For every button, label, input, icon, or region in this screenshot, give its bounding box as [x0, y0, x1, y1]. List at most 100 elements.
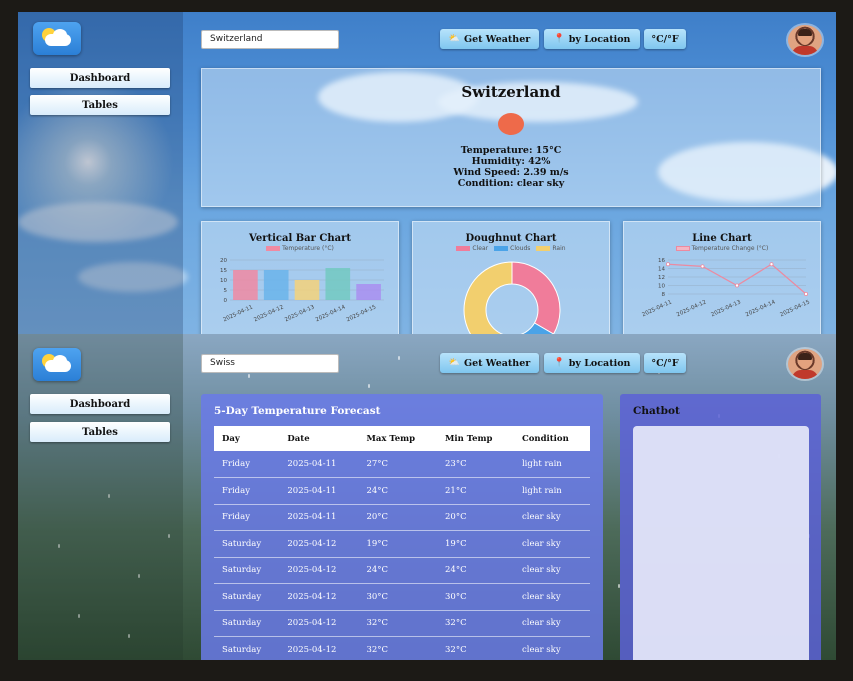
unit-toggle-button[interactable]: °C/°F: [644, 353, 686, 373]
table-cell: 20°C: [358, 504, 438, 531]
get-weather-label: Get Weather: [463, 33, 531, 45]
doughnut-slice: [511, 261, 561, 334]
bar-chart-plot: 051015202025-04-11 2025-04-12 2025-04-13 20…: [220, 258, 384, 323]
chatbot-messages-area[interactable]: [633, 426, 809, 660]
table-cell: 24°C: [358, 477, 438, 505]
bar-chart-title: Vertical Bar Chart: [248, 233, 352, 244]
city-search-input[interactable]: Swiss: [201, 354, 339, 373]
x-tick-label: 2025-04-11: [222, 304, 254, 323]
y-tick-label: 8: [662, 292, 666, 298]
city-search-input[interactable]: Switzerland: [201, 30, 339, 49]
doughnut-chart-card: Doughnut Chart Clear Clouds Rain: [412, 221, 610, 334]
humidity-text: Humidity: 42%: [471, 156, 551, 167]
table-cell: Saturday: [214, 530, 280, 558]
table-cell: 2025-04-12: [279, 636, 359, 660]
legend-item: Temperature Change (°C): [675, 245, 768, 252]
table-row: Friday 2025-04-11 20°C 20°C clear sky: [214, 504, 590, 531]
line-chart-card: Line Chart Temperature Change (°C) 8 10 12…: [623, 221, 821, 334]
column-header: Date: [287, 433, 310, 444]
data-point: [735, 283, 740, 288]
table-cell: 19°C: [437, 530, 514, 558]
sidebar: Dashboard Tables: [18, 334, 183, 660]
location-pin-icon: 📍: [553, 34, 565, 44]
table-row: Friday 2025-04-11 27°C 23°C light rain: [214, 451, 590, 478]
table-cell: 24°C: [437, 557, 514, 584]
table-cell: 2025-04-12: [279, 583, 359, 611]
x-tick-label: 2025-04-13: [284, 304, 316, 323]
column-header: Max Temp: [366, 433, 416, 444]
table-cell: Saturday: [214, 610, 280, 637]
sidebar-item-tables[interactable]: Tables: [30, 422, 170, 442]
bar-chart-legend: Temperature (°C): [202, 245, 398, 252]
sidebar-item-dashboard[interactable]: Dashboard: [30, 394, 170, 414]
by-location-button[interactable]: 📍 by Location: [544, 353, 640, 373]
avatar[interactable]: [788, 25, 822, 55]
table-header-row: Day Date Max Temp Min Temp Condition: [214, 426, 590, 451]
sun-icon: [498, 113, 524, 135]
x-tick-label: 2025-04-15: [346, 304, 378, 323]
table-cell: 30°C: [437, 583, 514, 611]
x-tick-label: 2025-04-15: [779, 299, 811, 318]
get-weather-button[interactable]: ⛅ Get Weather: [440, 29, 539, 49]
legend-item-clear: Clear: [456, 245, 488, 252]
bar: [233, 270, 258, 300]
doughnut-chart-plot: [463, 261, 561, 334]
x-tick-label: 2025-04-13: [710, 299, 742, 318]
get-weather-label: Get Weather: [463, 357, 531, 369]
table-cell: 32°C: [437, 610, 514, 637]
table-cell: 2025-04-12: [279, 610, 359, 637]
table-cell: 2025-04-12: [279, 530, 359, 558]
unit-toggle-button[interactable]: °C/°F: [644, 29, 686, 49]
city-name: Switzerland: [461, 83, 561, 101]
y-tick-label: 10: [220, 278, 227, 284]
y-tick-label: 0: [224, 298, 228, 304]
y-tick-label: 20: [220, 258, 227, 264]
column-header: Day: [222, 433, 240, 444]
table-cell: clear sky: [513, 610, 590, 637]
by-location-button[interactable]: 📍 by Location: [544, 29, 640, 49]
data-point: [666, 262, 671, 267]
table-row: Saturday 2025-04-12 32°C 32°C clear sky: [214, 636, 590, 660]
table-cell: 19°C: [358, 530, 438, 558]
wind-speed-text: Wind Speed: 2.39 m/s: [453, 167, 569, 178]
table-cell: 2025-04-11: [279, 451, 359, 478]
location-pin-icon: 📍: [553, 358, 565, 368]
doughnut-slice: [463, 261, 513, 334]
table-row: Saturday 2025-04-12 32°C 32°C clear sky: [214, 610, 590, 637]
table-cell: Friday: [214, 477, 280, 505]
x-tick-label: 2025-04-14: [315, 304, 347, 323]
doughnut-chart-title: Doughnut Chart: [465, 233, 557, 244]
table-cell: clear sky: [513, 504, 590, 531]
tables-view: Dashboard Tables Swiss ⛅ Get Weather 📍 by …: [18, 334, 836, 660]
y-tick-label: 10: [658, 284, 665, 290]
y-tick-label: 12: [658, 275, 665, 281]
line-chart-title: Line Chart: [692, 233, 752, 244]
doughnut-chart-legend: Clear Clouds Rain: [413, 245, 609, 252]
column-header: Min Temp: [445, 433, 493, 444]
data-point: [700, 264, 705, 269]
line-chart-legend: Temperature Change (°C): [624, 245, 820, 252]
table-cell: 24°C: [358, 557, 438, 584]
get-weather-button[interactable]: ⛅ Get Weather: [440, 353, 539, 373]
legend-item-rain: Rain: [536, 245, 566, 252]
table-cell: Friday: [214, 504, 280, 531]
by-location-label: by Location: [568, 357, 631, 369]
bar: [294, 280, 320, 300]
line-chart-plot: 8101214162025-04-11 2025-04-12 2025-04-13 2…: [641, 258, 811, 318]
table-cell: clear sky: [513, 557, 590, 584]
sidebar-item-dashboard[interactable]: Dashboard: [30, 68, 170, 88]
table-cell: 32°C: [358, 610, 438, 637]
table-cell: Saturday: [214, 636, 280, 660]
x-tick-label: 2025-04-12: [253, 304, 285, 323]
sidebar: Dashboard Tables: [18, 12, 183, 334]
table-cell: clear sky: [513, 583, 590, 611]
chatbot-title: Chatbot: [633, 405, 680, 417]
sidebar-item-tables[interactable]: Tables: [30, 95, 170, 115]
dashboard-view: Dashboard Tables Switzerland ⛅ Get Weathe…: [18, 12, 836, 334]
x-tick-label: 2025-04-12: [676, 299, 708, 318]
raindrop: [398, 356, 400, 360]
x-tick-label: 2025-04-11: [641, 299, 673, 318]
y-tick-label: 15: [220, 268, 227, 274]
avatar[interactable]: [788, 349, 822, 379]
table-cell: 32°C: [358, 636, 438, 660]
